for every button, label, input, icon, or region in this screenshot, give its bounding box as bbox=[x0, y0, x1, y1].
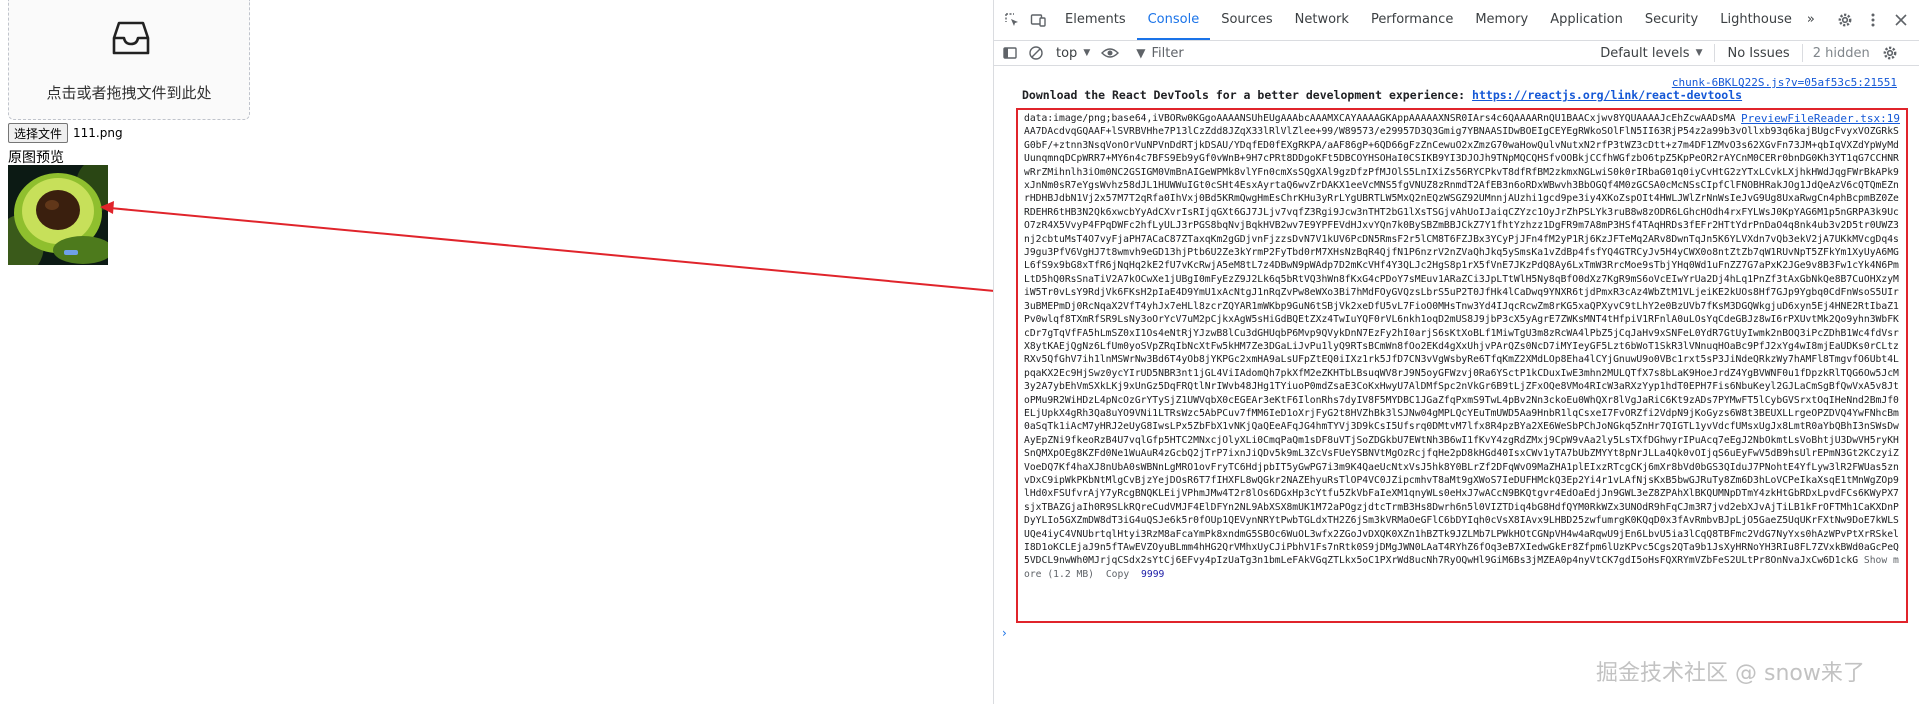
gear-icon[interactable] bbox=[1880, 43, 1900, 63]
selected-file-name: 111.png bbox=[73, 126, 123, 140]
choose-file-button[interactable]: 选择文件 bbox=[8, 123, 69, 143]
log-levels-dropdown[interactable]: Default levels bbox=[1600, 46, 1689, 61]
preview-image bbox=[8, 165, 108, 265]
clear-icon[interactable] bbox=[1026, 43, 1046, 63]
tab-application[interactable]: Application bbox=[1539, 0, 1634, 40]
close-icon[interactable] bbox=[1891, 10, 1911, 30]
tab-sources[interactable]: Sources bbox=[1210, 0, 1283, 40]
preview-label: 原图预览 bbox=[8, 150, 64, 166]
tab-memory[interactable]: Memory bbox=[1464, 0, 1539, 40]
issues-counter[interactable]: No Issues bbox=[1727, 46, 1789, 61]
log-prefix: data:image/png;base64,iVBORw0KGgoAAAANSU… bbox=[1024, 113, 1719, 124]
more-tabs-button[interactable]: » bbox=[1803, 0, 1819, 40]
highlighted-log-entry: PreviewFileReader.tsx:19 data:image/png;… bbox=[1016, 108, 1908, 623]
filter-placeholder: Filter bbox=[1151, 45, 1184, 61]
log-source-link[interactable]: PreviewFileReader.tsx:19 bbox=[1741, 112, 1900, 125]
sidebar-toggle-icon[interactable] bbox=[1000, 43, 1020, 63]
hidden-count: 2 hidden bbox=[1812, 45, 1870, 61]
watermark: 掘金技术社区 @ snow来了 bbox=[1596, 661, 1865, 686]
tab-security[interactable]: Security bbox=[1634, 0, 1709, 40]
devtools-tabbar: Elements Console Sources Network Perform… bbox=[994, 0, 1919, 41]
chevron-down-icon: ▼ bbox=[1695, 48, 1703, 58]
chevron-down-icon: ▼ bbox=[1083, 48, 1091, 58]
console-output: chunk-6BKLQ22S.js?v=05af53c5:21551 Downl… bbox=[994, 66, 1919, 704]
console-prompt-icon[interactable]: › bbox=[1002, 626, 1007, 640]
settings-icon[interactable] bbox=[1835, 10, 1855, 30]
inspect-icon[interactable] bbox=[1002, 10, 1022, 30]
tab-network[interactable]: Network bbox=[1284, 0, 1360, 40]
tab-lighthouse[interactable]: Lighthouse bbox=[1709, 0, 1803, 40]
log-message[interactable]: data:image/png;base64,iVBORw0KGgoAAAANSU… bbox=[1024, 112, 1900, 581]
copy-button[interactable]: Copy bbox=[1106, 569, 1129, 580]
log-body: sMAAA7DAcdvqGQAAF+lSVRBVHhe7P13lCzZdd8JZ… bbox=[1024, 113, 1899, 567]
tab-elements[interactable]: Elements bbox=[1054, 0, 1137, 40]
device-toolbar-icon[interactable] bbox=[1028, 10, 1048, 30]
react-devtools-message: Download the React DevTools for a better… bbox=[1022, 88, 1742, 102]
filter-input[interactable]: ▼ Filter bbox=[1130, 42, 1600, 64]
upload-hint: 点击或者拖拽文件到此处 bbox=[46, 84, 212, 102]
react-devtools-link[interactable]: https://reactjs.org/link/react-devtools bbox=[1472, 88, 1742, 102]
banner-text: Download the React DevTools for a better… bbox=[1022, 88, 1473, 102]
console-toolbar: top ▼ ▼ Filter Default levels ▼ No Issue… bbox=[994, 41, 1919, 66]
eye-icon[interactable] bbox=[1100, 43, 1120, 63]
context-selector[interactable]: top bbox=[1056, 46, 1077, 61]
kebab-icon[interactable] bbox=[1863, 10, 1883, 30]
devtools-panel: Elements Console Sources Network Perform… bbox=[993, 0, 1919, 704]
upload-dropzone[interactable]: 点击或者拖拽文件到此处 bbox=[8, 0, 250, 120]
tab-console[interactable]: Console bbox=[1136, 0, 1211, 40]
inbox-icon bbox=[111, 20, 151, 60]
tab-performance[interactable]: Performance bbox=[1360, 0, 1464, 40]
filter-icon: ▼ bbox=[1136, 46, 1146, 60]
file-input-row: 选择文件 111.png bbox=[8, 122, 123, 144]
repeat-count: 9999 bbox=[1141, 568, 1165, 580]
